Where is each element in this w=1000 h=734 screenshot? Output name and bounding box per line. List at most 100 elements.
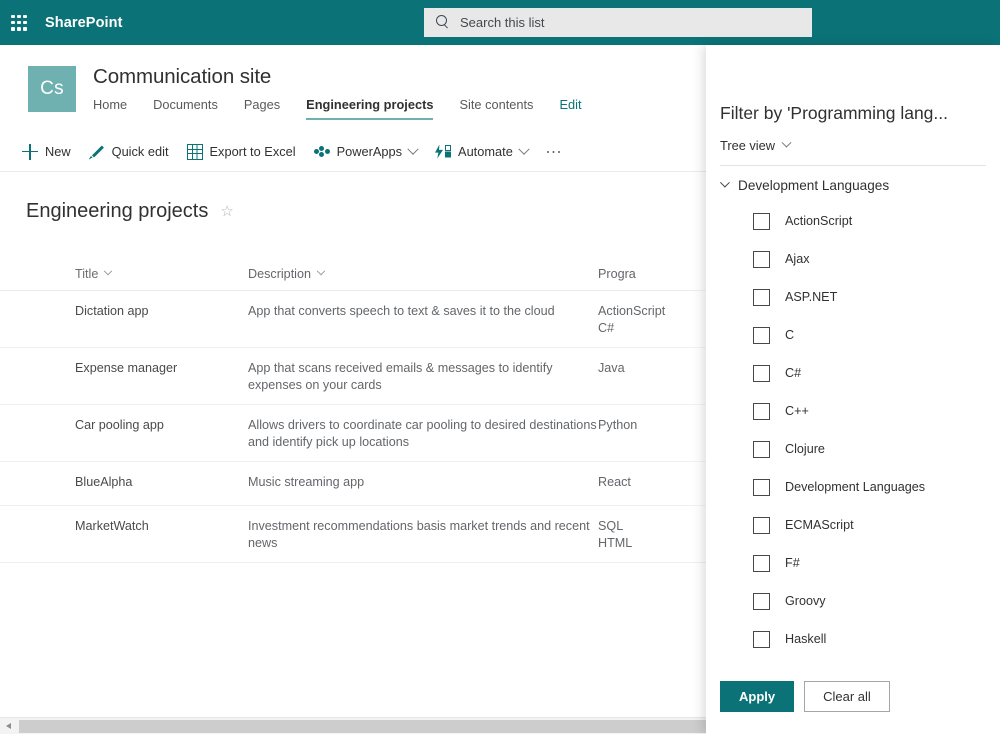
export-to-excel-button[interactable]: Export to Excel [186, 143, 296, 160]
suite-bar: SharePoint Search this list [0, 0, 1000, 45]
nav-item-site-contents[interactable]: Site contents [459, 97, 533, 118]
checkbox[interactable] [753, 592, 770, 610]
filter-option-label: Ajax [785, 252, 810, 266]
filter-option-label: ActionScript [785, 214, 853, 228]
cell-description: App that converts speech to text & saves… [248, 304, 555, 318]
filter-options-list[interactable]: Development Languages ActionScript Ajax … [706, 178, 1000, 683]
filter-option-label: Clojure [785, 442, 825, 456]
cell-title: MarketWatch [75, 519, 149, 533]
filter-option-c-plus-plus[interactable]: C++ [706, 392, 1000, 430]
checkbox[interactable] [753, 554, 770, 572]
nav-item-engineering-projects[interactable]: Engineering projects [306, 97, 434, 120]
table-row[interactable]: Car pooling app Allows drivers to coordi… [0, 405, 790, 462]
chevron-down-icon [518, 143, 530, 155]
new-button[interactable]: New [22, 143, 71, 160]
more-commands-button[interactable] [546, 144, 564, 160]
filter-option-c-sharp[interactable]: C# [706, 354, 1000, 392]
excel-icon [186, 143, 203, 160]
checkbox[interactable] [753, 478, 770, 496]
automate-button[interactable]: Automate [435, 143, 530, 160]
chevron-down-icon [104, 266, 113, 276]
filter-option-haskell[interactable]: Haskell [706, 620, 1000, 658]
filter-option-label: Development Languages [785, 480, 926, 494]
chevron-left-icon[interactable] [0, 718, 17, 734]
powerapps-button-label: PowerApps [336, 144, 403, 159]
automate-icon [435, 144, 452, 160]
panel-divider [720, 165, 986, 166]
quick-edit-button[interactable]: Quick edit [89, 144, 169, 160]
checkbox[interactable] [753, 364, 770, 382]
export-to-excel-button-label: Export to Excel [209, 144, 296, 159]
chevron-down-icon [316, 266, 326, 276]
filter-group-header[interactable]: Development Languages [706, 178, 1000, 193]
column-header-title-label: Title [75, 267, 99, 281]
nav-item-edit[interactable]: Edit [559, 97, 581, 118]
filter-option-actionscript[interactable]: ActionScript [706, 202, 1000, 240]
view-mode-label: Tree view [720, 138, 775, 153]
automate-button-label: Automate [458, 144, 513, 159]
table-row[interactable]: BlueAlpha Music streaming app React [0, 462, 790, 506]
column-header-title[interactable]: Title [0, 266, 248, 281]
checkbox[interactable] [753, 630, 770, 648]
filter-option-groovy[interactable]: Groovy [706, 582, 1000, 620]
search-placeholder: Search this list [460, 15, 545, 30]
pencil-icon [89, 144, 105, 160]
site-navigation: Home Documents Pages Engineering project… [93, 97, 608, 120]
checkbox[interactable] [753, 440, 770, 458]
checkbox[interactable] [753, 212, 770, 230]
checkbox[interactable] [753, 250, 770, 268]
scrollbar-thumb[interactable] [19, 719, 740, 733]
cell-title: Car pooling app [75, 418, 164, 432]
table-row[interactable]: Dictation app App that converts speech t… [0, 291, 790, 348]
filter-option-asp-net[interactable]: ASP.NET [706, 278, 1000, 316]
apply-button[interactable]: Apply [720, 681, 795, 712]
chevron-down-icon [719, 178, 730, 188]
chevron-down-icon [407, 143, 419, 155]
checkbox[interactable] [753, 288, 770, 306]
checkbox[interactable] [753, 516, 770, 534]
powerapps-button[interactable]: PowerApps [313, 143, 419, 160]
table-row[interactable]: Expense manager App that scans received … [0, 348, 790, 405]
site-title[interactable]: Communication site [93, 65, 271, 89]
table-row[interactable]: MarketWatch Investment recommendations b… [0, 506, 790, 563]
cell-description: App that scans received emails & message… [248, 361, 553, 392]
filter-panel-actions: Apply Clear all [720, 681, 890, 712]
cell-title: Dictation app [75, 304, 149, 318]
filter-option-label: C# [785, 366, 802, 380]
checkbox[interactable] [753, 402, 770, 420]
table-header-row: Title Description Progra [0, 258, 790, 291]
filter-option-f-sharp[interactable]: F# [706, 544, 1000, 582]
filter-option-c[interactable]: C [706, 316, 1000, 354]
view-mode-dropdown[interactable]: Tree view [720, 137, 792, 153]
column-header-description[interactable]: Description [248, 266, 598, 281]
quick-edit-button-label: Quick edit [111, 144, 169, 159]
nav-item-home[interactable]: Home [93, 97, 127, 118]
filter-option-ajax[interactable]: Ajax [706, 240, 1000, 278]
checkbox[interactable] [753, 326, 770, 344]
powerapps-icon [313, 144, 330, 160]
site-logo: Cs [28, 66, 76, 112]
filter-panel: Filter by 'Programming lang... Tree view… [706, 45, 1000, 734]
filter-option-label: ECMAScript [785, 518, 854, 532]
cell-title: BlueAlpha [75, 475, 133, 489]
new-button-label: New [45, 144, 71, 159]
clear-all-button[interactable]: Clear all [804, 681, 890, 712]
filter-option-clojure[interactable]: Clojure [706, 430, 1000, 468]
filter-option-development-languages[interactable]: Development Languages [706, 468, 1000, 506]
page-title: Engineering projects [26, 200, 209, 222]
filter-panel-title: Filter by 'Programming lang... [720, 103, 949, 123]
suite-title[interactable]: SharePoint [45, 15, 123, 31]
nav-item-pages[interactable]: Pages [244, 97, 280, 118]
column-header-description-label: Description [248, 267, 311, 281]
filter-option-label: C [785, 328, 795, 342]
nav-item-documents[interactable]: Documents [153, 97, 218, 118]
search-input[interactable]: Search this list [424, 8, 812, 37]
filter-option-label: C++ [785, 404, 809, 418]
ellipsis-icon [546, 144, 564, 160]
list-title-area: Engineering projects ☆ [26, 200, 234, 223]
cell-description: Allows drivers to coordinate car pooling… [248, 418, 597, 449]
horizontal-scrollbar[interactable] [0, 717, 740, 734]
waffle-grid-icon[interactable] [8, 12, 30, 34]
filter-option-ecmascript[interactable]: ECMAScript [706, 506, 1000, 544]
star-outline-icon[interactable]: ☆ [220, 204, 233, 219]
